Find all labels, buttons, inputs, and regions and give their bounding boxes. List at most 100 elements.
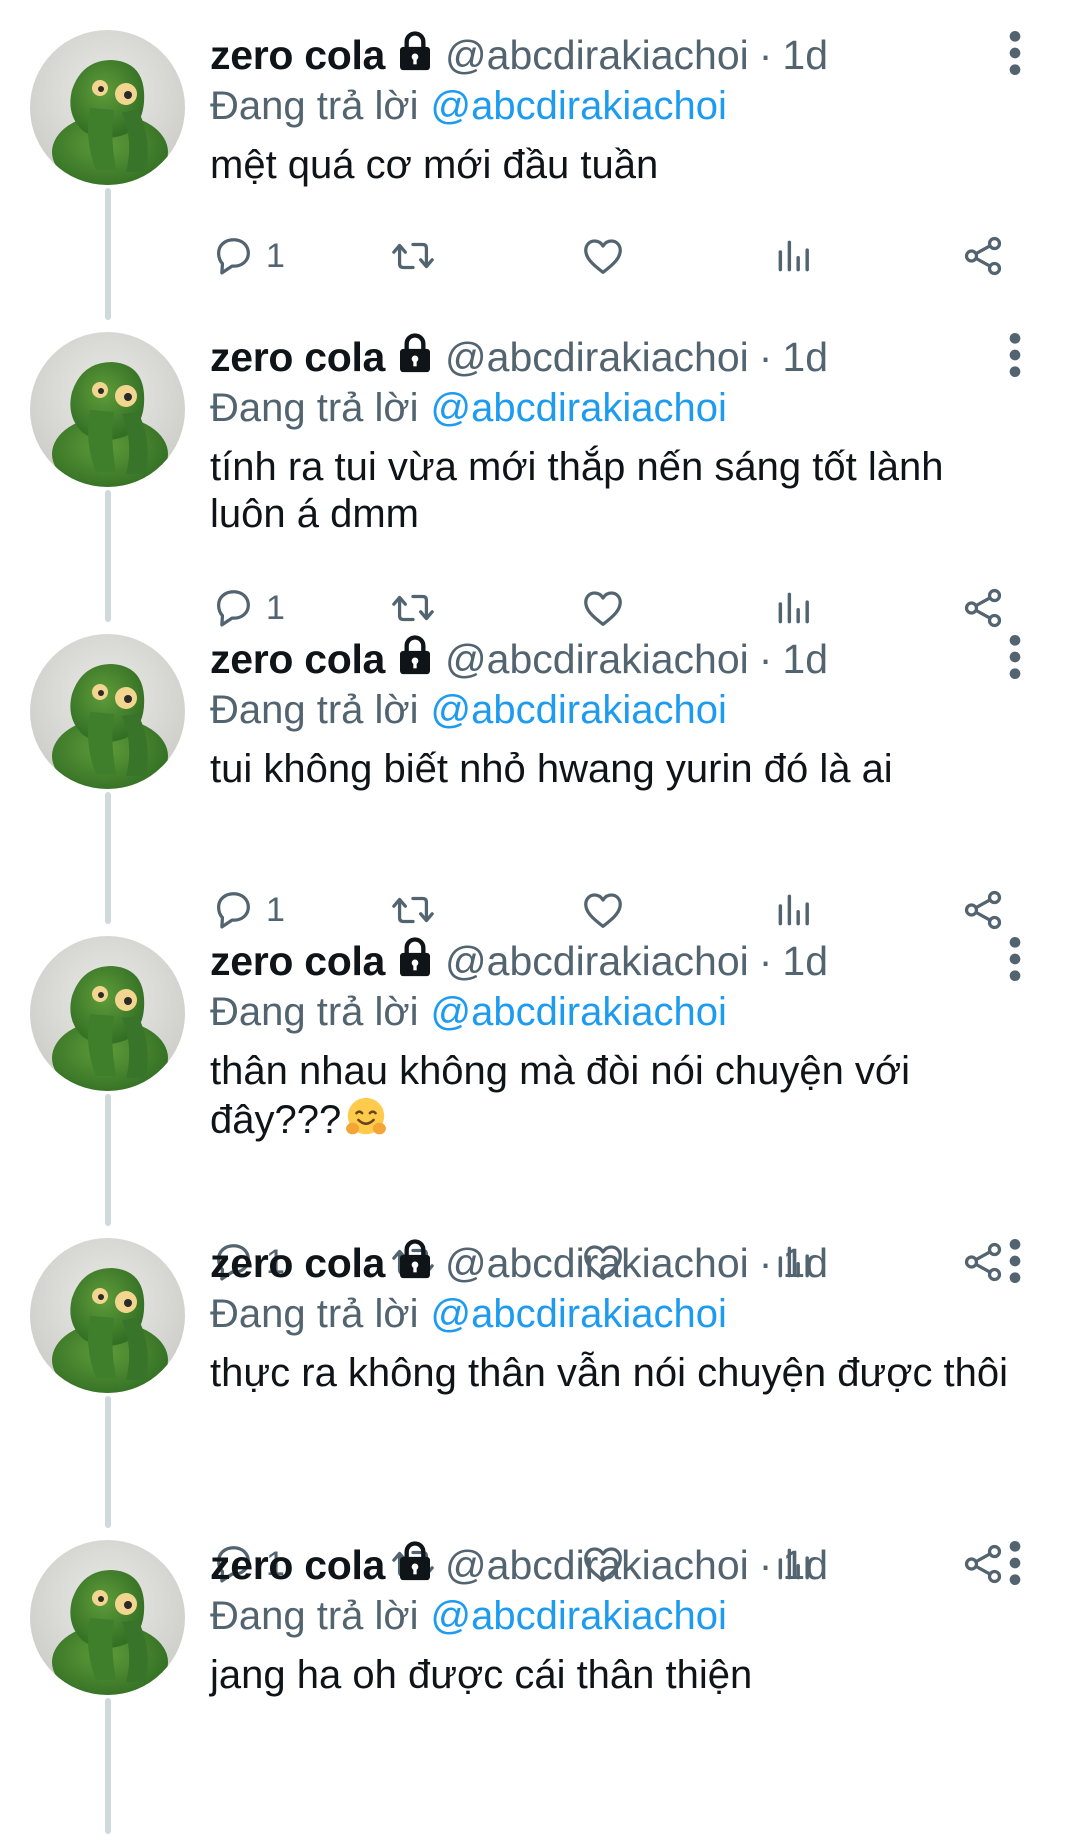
more-options-icon[interactable] bbox=[995, 1236, 1035, 1286]
share-button[interactable] bbox=[960, 226, 1006, 286]
reply-icon bbox=[210, 585, 256, 631]
tweet-text-line-text: thực ra không thân vẫn nói chuyện được t… bbox=[210, 1351, 1009, 1395]
thread-connector-line bbox=[105, 490, 111, 622]
tweet-text: thân nhau không mà đòi nói chuyện với đây… bbox=[210, 1048, 1060, 1144]
like-button[interactable] bbox=[580, 226, 626, 286]
tweet-header: zero cola @abcdirakiachoi · 1d bbox=[210, 330, 1050, 384]
replying-to-handle-link[interactable]: @abcdirakiachoi bbox=[431, 1594, 727, 1639]
display-name[interactable]: zero cola bbox=[210, 636, 385, 683]
tweet-header: zero cola @abcdirakiachoi · 1d bbox=[210, 1236, 1050, 1290]
views-button[interactable] bbox=[770, 578, 816, 638]
share-button[interactable] bbox=[960, 578, 1006, 638]
display-name[interactable]: zero cola bbox=[210, 1240, 385, 1287]
lock-icon bbox=[395, 633, 435, 677]
views-button[interactable] bbox=[770, 880, 816, 940]
tweet-text: jang ha oh được cái thân thiện bbox=[210, 1652, 1060, 1699]
user-handle[interactable]: @abcdirakiachoi bbox=[445, 938, 749, 985]
avatar[interactable] bbox=[30, 332, 185, 487]
retweet-button[interactable] bbox=[390, 578, 436, 638]
avatar[interactable] bbox=[30, 936, 185, 1091]
retweet-button[interactable] bbox=[390, 226, 436, 286]
tweet-text-line: mệt quá cơ mới đầu tuần bbox=[210, 142, 1060, 189]
display-name[interactable]: zero cola bbox=[210, 938, 385, 985]
thread-connector-line bbox=[105, 792, 111, 924]
separator-dot: · bbox=[758, 1239, 773, 1286]
tweet-header: zero cola @abcdirakiachoi · 1d bbox=[210, 632, 1050, 686]
share-button[interactable] bbox=[960, 880, 1006, 940]
display-name[interactable]: zero cola bbox=[210, 334, 385, 381]
like-button[interactable] bbox=[580, 880, 626, 940]
separator-dot: · bbox=[758, 635, 773, 682]
tweet-text-line-text: tính ra tui vừa mới thắp nến sáng tốt là… bbox=[210, 445, 944, 489]
tweet-content: zero cola @abcdirakiachoi · 1d Đang trả lời @… bbox=[210, 28, 1050, 189]
display-name[interactable]: zero cola bbox=[210, 32, 385, 79]
more-options-icon[interactable] bbox=[995, 1538, 1035, 1588]
user-handle[interactable]: @abcdirakiachoi bbox=[445, 334, 749, 381]
user-handle[interactable]: @abcdirakiachoi bbox=[445, 1240, 749, 1287]
more-options-icon[interactable] bbox=[995, 28, 1035, 78]
tweet-content: zero cola @abcdirakiachoi · 1d Đang trả lời @… bbox=[210, 1538, 1050, 1699]
timestamp[interactable]: 1d bbox=[782, 1240, 828, 1287]
more-options-icon[interactable] bbox=[995, 632, 1035, 682]
views-icon bbox=[770, 585, 816, 631]
tweet-content: zero cola @abcdirakiachoi · 1d Đang trả lời @… bbox=[210, 632, 1050, 793]
tweet-action-bar: 1 bbox=[210, 880, 1030, 940]
lock-icon bbox=[395, 331, 435, 375]
avatar[interactable] bbox=[30, 1238, 185, 1393]
reply-count: 1 bbox=[266, 236, 285, 275]
tweet-text-line-text: luôn á dmm bbox=[210, 492, 419, 536]
reply-count: 1 bbox=[266, 588, 285, 627]
replying-to-line: Đang trả lời @abcdirakiachoi bbox=[210, 1592, 1050, 1640]
like-icon bbox=[580, 233, 626, 279]
timestamp[interactable]: 1d bbox=[782, 938, 828, 985]
reply-thread: zero cola @abcdirakiachoi · 1d Đang trả lời @… bbox=[0, 0, 1080, 1844]
separator-dot: · bbox=[758, 1541, 773, 1588]
retweet-icon bbox=[390, 585, 436, 631]
replying-to-line: Đang trả lời @abcdirakiachoi bbox=[210, 988, 1050, 1036]
thread-connector-line bbox=[105, 188, 111, 320]
like-button[interactable] bbox=[580, 578, 626, 638]
avatar[interactable] bbox=[30, 634, 185, 789]
retweet-icon bbox=[390, 233, 436, 279]
avatar[interactable] bbox=[30, 1540, 185, 1695]
user-handle[interactable]: @abcdirakiachoi bbox=[445, 1542, 749, 1589]
reply-icon bbox=[210, 887, 256, 933]
lock-icon bbox=[395, 935, 435, 979]
replying-to-handle-link[interactable]: @abcdirakiachoi bbox=[431, 688, 727, 733]
timestamp[interactable]: 1d bbox=[782, 32, 828, 79]
avatar[interactable] bbox=[30, 30, 185, 185]
replying-to-handle-link[interactable]: @abcdirakiachoi bbox=[431, 990, 727, 1035]
replying-to-label: Đang trả lời bbox=[210, 83, 419, 128]
retweet-button[interactable] bbox=[390, 880, 436, 940]
user-handle[interactable]: @abcdirakiachoi bbox=[445, 636, 749, 683]
replying-to-handle-link[interactable]: @abcdirakiachoi bbox=[431, 1292, 727, 1337]
views-button[interactable] bbox=[770, 226, 816, 286]
reply-button[interactable]: 1 bbox=[210, 578, 285, 638]
tweet-text: tính ra tui vừa mới thắp nến sáng tốt là… bbox=[210, 444, 1060, 538]
tweet-header: zero cola @abcdirakiachoi · 1d bbox=[210, 934, 1050, 988]
tweet-text-line: tính ra tui vừa mới thắp nến sáng tốt là… bbox=[210, 444, 1060, 491]
replying-to-handle-link[interactable]: @abcdirakiachoi bbox=[431, 84, 727, 129]
reply-button[interactable]: 1 bbox=[210, 226, 285, 286]
display-name[interactable]: zero cola bbox=[210, 1542, 385, 1589]
tweet-content: zero cola @abcdirakiachoi · 1d Đang trả lời @… bbox=[210, 1236, 1050, 1397]
more-options-icon[interactable] bbox=[995, 934, 1035, 984]
timestamp[interactable]: 1d bbox=[782, 1542, 828, 1589]
tweet-action-bar: 1 bbox=[210, 226, 1030, 286]
user-handle[interactable]: @abcdirakiachoi bbox=[445, 32, 749, 79]
replying-to-line: Đang trả lời @abcdirakiachoi bbox=[210, 82, 1050, 130]
more-options-icon[interactable] bbox=[995, 330, 1035, 380]
replying-to-label: Đang trả lời bbox=[210, 385, 419, 430]
like-icon bbox=[580, 585, 626, 631]
separator-dot: · bbox=[758, 31, 773, 78]
tweet-header: zero cola @abcdirakiachoi · 1d bbox=[210, 28, 1050, 82]
timestamp[interactable]: 1d bbox=[782, 636, 828, 683]
replying-to-label: Đang trả lời bbox=[210, 1291, 419, 1336]
replying-to-line: Đang trả lời @abcdirakiachoi bbox=[210, 686, 1050, 734]
reply-icon bbox=[210, 233, 256, 279]
timestamp[interactable]: 1d bbox=[782, 334, 828, 381]
thread-connector-line bbox=[105, 1698, 111, 1834]
tweet-text-line-text: jang ha oh được cái thân thiện bbox=[210, 1653, 753, 1697]
replying-to-handle-link[interactable]: @abcdirakiachoi bbox=[431, 386, 727, 431]
reply-button[interactable]: 1 bbox=[210, 880, 285, 940]
